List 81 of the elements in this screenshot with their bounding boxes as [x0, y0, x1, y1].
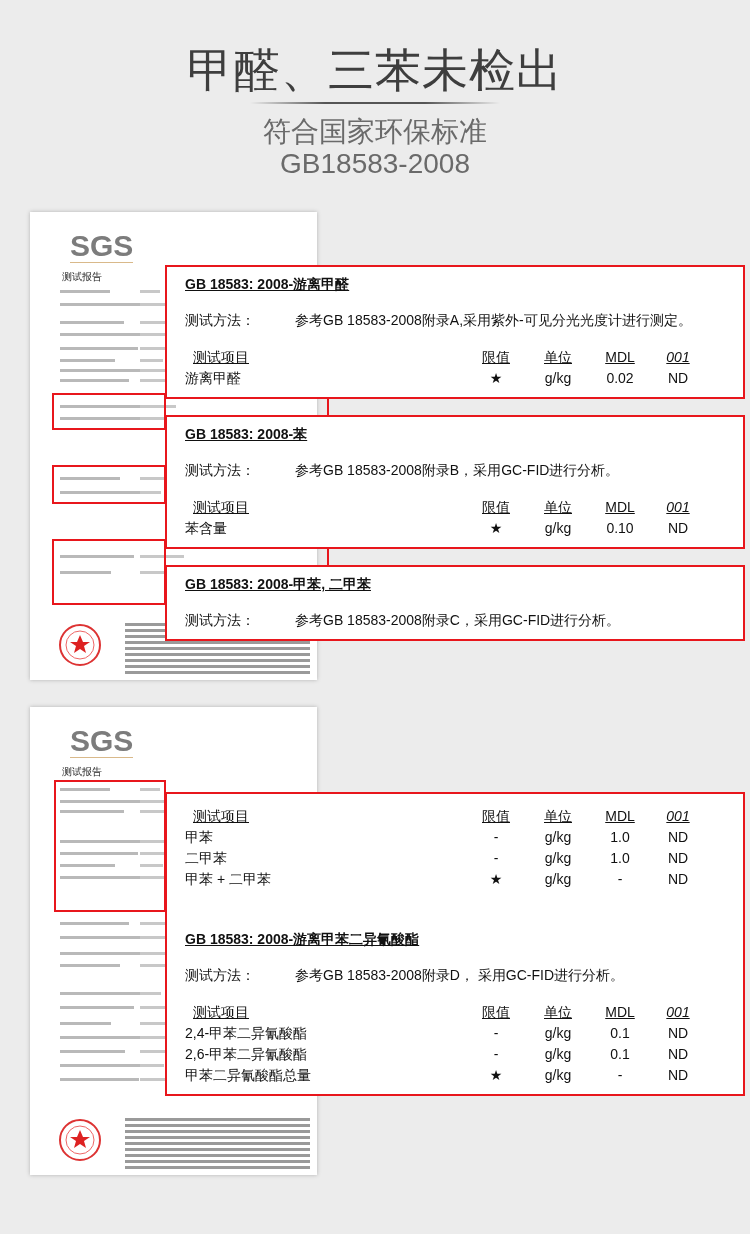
method-label: 测试方法：	[185, 461, 256, 480]
column-header: 限值	[481, 498, 511, 517]
table-cell-text: g/kg	[543, 870, 573, 889]
table-cell-text: -	[492, 1024, 500, 1043]
subtitle: 符合国家环保标准	[263, 116, 487, 148]
section-title: GB 18583: 2008-游离甲醛	[185, 275, 350, 294]
table-cell-text: ND	[666, 369, 690, 388]
column-header: 限值	[481, 807, 511, 826]
table-cell-text: ND	[666, 1045, 690, 1064]
column-header: 001	[665, 807, 691, 826]
table-cell-text: ND	[666, 849, 690, 868]
column-header: MDL	[604, 1003, 636, 1022]
table-cell-text: -	[616, 870, 624, 889]
table-cell-text: -	[492, 849, 500, 868]
table-cell-text: g/kg	[543, 1045, 573, 1064]
table-cell-text: 2,6-甲苯二异氰酸酯	[185, 1045, 309, 1064]
table-cell-text: ND	[666, 1024, 690, 1043]
standard-code: GB18583-2008	[280, 148, 470, 180]
sgs-logo: SGS	[70, 725, 134, 758]
method-text: 参考GB 18583-2008附录D， 采用GC-FID进行分析。	[295, 966, 625, 985]
table-cell-text: g/kg	[543, 849, 573, 868]
table-cell-text: 甲苯 + 二甲苯	[185, 870, 272, 889]
table-cell-text: 游离甲醛	[185, 369, 242, 388]
table-cell-text: 0.1	[609, 1024, 631, 1043]
table-cell-text: ★	[488, 1066, 504, 1085]
column-header: 单位	[543, 348, 573, 367]
table-cell-text: 甲苯二异氰酸酯总量	[185, 1066, 312, 1085]
column-header: 001	[665, 348, 691, 367]
document-heading: 测试报告	[62, 271, 102, 283]
column-header: MDL	[604, 498, 636, 517]
table-cell-text: ND	[666, 519, 690, 538]
table-cell-text: -	[492, 828, 500, 847]
column-header: MDL	[604, 807, 636, 826]
column-header: MDL	[604, 348, 636, 367]
column-header: 001	[665, 498, 691, 517]
document-heading: 测试报告	[62, 766, 102, 778]
stamp-icon	[59, 624, 101, 666]
table-cell-text: ND	[666, 870, 690, 889]
method-text: 参考GB 18583-2008附录C，采用GC-FID进行分析。	[295, 611, 621, 630]
method-label: 测试方法：	[185, 611, 256, 630]
table-cell-text: g/kg	[543, 519, 573, 538]
section-title: GB 18583: 2008-苯	[185, 425, 308, 444]
method-text: 参考GB 18583-2008附录A,采用紫外-可见分光光度计进行测定。	[295, 311, 692, 330]
table-cell-text: g/kg	[543, 369, 573, 388]
table-cell-text: 甲苯	[185, 828, 214, 847]
table-cell-text: ★	[488, 519, 504, 538]
column-header: 单位	[543, 1003, 573, 1022]
table-cell-text: 苯含量	[185, 519, 228, 538]
column-header: 测试项目	[192, 1003, 250, 1022]
page-title: 甲醛、三苯未检出	[187, 43, 563, 98]
table-cell-text: ND	[666, 828, 690, 847]
table-cell-text: 0.1	[609, 1045, 631, 1064]
method-label: 测试方法：	[185, 311, 256, 330]
table-cell-text: 1.0	[609, 849, 631, 868]
method-label: 测试方法：	[185, 966, 256, 985]
column-header: 限值	[481, 1003, 511, 1022]
sgs-logo: SGS	[70, 230, 134, 263]
table-cell-text: 2,4-甲苯二异氰酸酯	[185, 1024, 309, 1043]
column-header: 单位	[543, 807, 573, 826]
table-cell-text: ★	[488, 369, 504, 388]
section-title: GB 18583: 2008-游离甲苯二异氰酸酯	[185, 930, 420, 949]
table-cell-text: -	[616, 1066, 624, 1085]
method-text: 参考GB 18583-2008附录B，采用GC-FID进行分析。	[295, 461, 620, 480]
table-cell-text: g/kg	[543, 828, 573, 847]
stamp-icon	[59, 1119, 101, 1161]
table-cell-text: -	[492, 1045, 500, 1064]
table-cell-text: 0.02	[605, 369, 635, 388]
column-header: 测试项目	[192, 348, 250, 367]
column-header: 单位	[543, 498, 573, 517]
column-header: 限值	[481, 348, 511, 367]
table-cell-text: ND	[666, 1066, 690, 1085]
table-cell-text: g/kg	[543, 1024, 573, 1043]
column-header: 测试项目	[192, 807, 250, 826]
table-cell-text: 0.10	[605, 519, 635, 538]
table-cell-text: ★	[488, 870, 504, 889]
section-title: GB 18583: 2008-甲苯, 二甲苯	[185, 575, 371, 594]
table-cell-text: g/kg	[543, 1066, 573, 1085]
table-cell-text: 二甲苯	[185, 849, 228, 868]
column-header: 测试项目	[192, 498, 250, 517]
column-header: 001	[665, 1003, 691, 1022]
table-cell-text: 1.0	[609, 828, 631, 847]
